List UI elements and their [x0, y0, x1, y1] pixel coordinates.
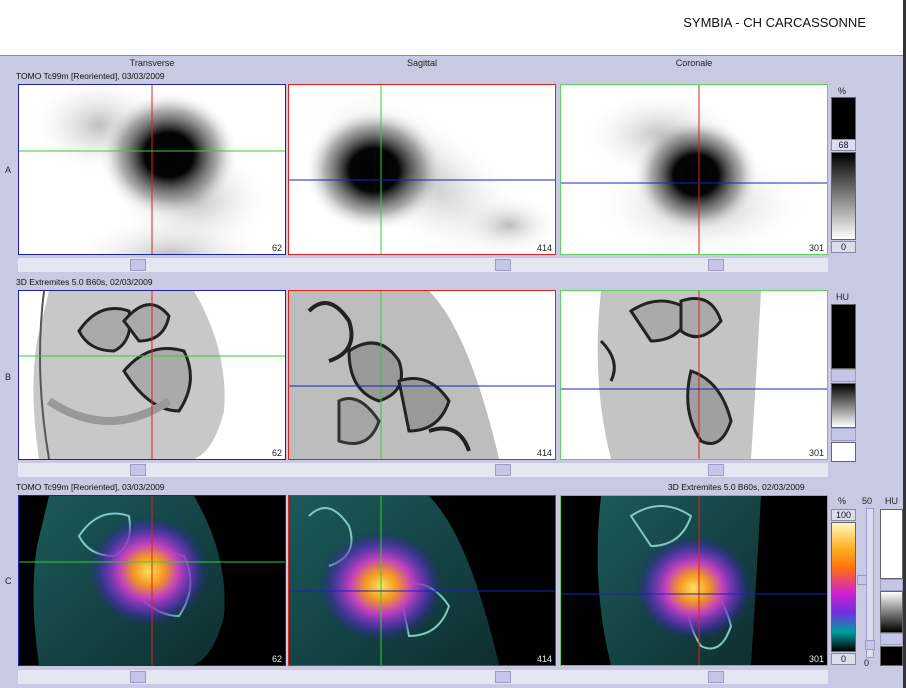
row-c-label: C [5, 576, 12, 586]
colorbar-c-hu-gradient [880, 591, 903, 633]
viewport-c-sagittal[interactable]: 414 [288, 495, 556, 666]
column-header-coronale: Coronale [675, 58, 713, 68]
header-bar: SYMBIA - CH CARCASSONNE [0, 0, 906, 56]
slice-number-b-transverse: 62 [271, 448, 282, 458]
site-title: SYMBIA - CH CARCASSONNE [683, 15, 866, 30]
colorbar-c-window-handle[interactable] [865, 640, 875, 650]
slice-number-c-coronale: 301 [808, 654, 824, 664]
column-header-sagittal: Sagittal [406, 58, 438, 68]
slice-number-c-sagittal: 414 [536, 654, 552, 664]
slider-handle-b-coronale[interactable] [708, 464, 724, 476]
colorbar-c-window-low: 0 [864, 658, 870, 668]
colorbar-c-hu-upper-handle[interactable] [880, 579, 903, 591]
colorbar-b-gradient [831, 383, 856, 428]
slice-number-b-sagittal: 414 [536, 448, 552, 458]
slider-handle-c-transverse[interactable] [130, 671, 146, 683]
colorbar-c-pct-gradient [831, 522, 856, 652]
slider-handle-b-sagittal[interactable] [495, 464, 511, 476]
viewport-c-transverse[interactable]: 62 [18, 495, 286, 666]
slider-handle-a-transverse[interactable] [130, 259, 146, 271]
colorbar-c-window-value: 50 [862, 496, 873, 506]
colorbar-b-top [831, 304, 856, 369]
slider-handle-c-sagittal[interactable] [495, 671, 511, 683]
row-a-label: A [5, 165, 12, 175]
colorbar-b-bottom [831, 442, 856, 462]
slider-handle-a-coronale[interactable] [708, 259, 724, 271]
colorbar-a-high-value[interactable]: 68 [831, 139, 856, 151]
viewport-a-transverse[interactable]: 62 [18, 84, 286, 255]
slice-number-b-coronale: 301 [808, 448, 824, 458]
colorbar-c-pct-high-value[interactable]: 100 [831, 509, 856, 521]
colorbar-a-gradient [831, 152, 856, 240]
row-b-series-label: 3D Extremites 5.0 B60s, 02/03/2009 [16, 277, 153, 287]
colorbar-c-hu-lower-handle[interactable] [880, 633, 903, 645]
slice-number-a-transverse: 62 [271, 243, 282, 253]
column-header-transverse: Transverse [129, 58, 175, 68]
colorbar-c-pct-low-value[interactable]: 0 [831, 653, 856, 665]
viewport-b-coronale[interactable]: 301 [560, 290, 828, 460]
row-b-label: B [5, 372, 12, 382]
colorbar-c-hu-top [880, 509, 903, 579]
row-c-series-label-left: TOMO Tc99m [Reoriented], 03/03/2009 [16, 482, 165, 492]
colorbar-c-hu-bottom [880, 646, 903, 666]
colorbar-b-upper-handle[interactable] [831, 369, 856, 382]
colorbar-c-pct-unit: % [838, 496, 847, 506]
slice-number-c-transverse: 62 [271, 654, 282, 664]
slider-handle-a-sagittal[interactable] [495, 259, 511, 271]
colorbar-b-unit: HU [836, 292, 849, 302]
viewport-b-sagittal[interactable]: 414 [288, 290, 556, 460]
slice-number-a-sagittal: 414 [536, 243, 552, 253]
slice-number-a-coronale: 301 [808, 243, 824, 253]
colorbar-c-hu-unit: HU [885, 496, 898, 506]
colorbar-c-window-track[interactable] [866, 508, 874, 658]
slider-handle-c-coronale[interactable] [708, 671, 724, 683]
colorbar-a-low-value[interactable]: 0 [831, 241, 856, 253]
colorbar-b-lower-handle[interactable] [831, 428, 856, 441]
viewport-a-sagittal[interactable]: 414 [288, 84, 556, 255]
colorbar-a-top [831, 97, 856, 140]
viewport-a-coronale[interactable]: 301 [560, 84, 828, 255]
row-c-series-label-right: 3D Extremites 5.0 B60s, 02/03/2009 [668, 482, 805, 492]
viewport-b-transverse[interactable]: 62 [18, 290, 286, 460]
viewport-c-coronale[interactable]: 301 [560, 495, 828, 666]
colorbar-a-unit: % [838, 86, 847, 96]
slider-handle-b-transverse[interactable] [130, 464, 146, 476]
row-a-series-label: TOMO Tc99m [Reoriented], 03/03/2009 [16, 71, 165, 81]
